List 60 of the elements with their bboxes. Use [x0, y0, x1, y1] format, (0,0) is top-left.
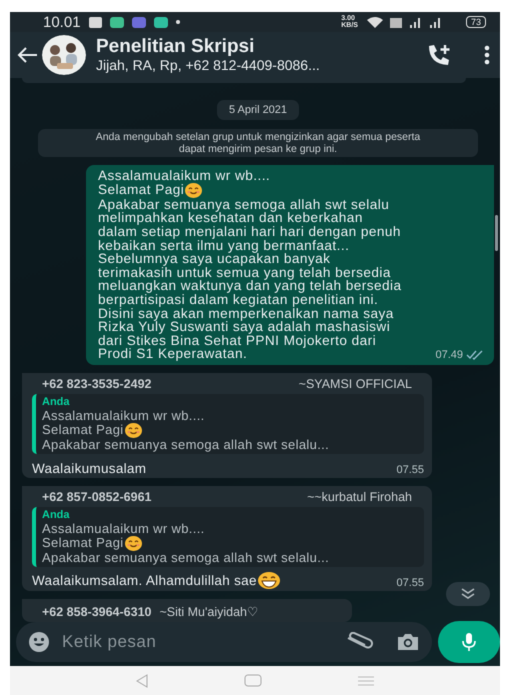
message-text: Selamat Pagi	[42, 536, 124, 550]
sender-number: +62 857-0852-6961	[42, 488, 152, 505]
message-time: 07.55	[396, 464, 424, 476]
sender-name: ~~kurbatul Firohah	[307, 488, 412, 505]
message-time: 07.49	[435, 348, 463, 361]
message-text: Assalamualaikum wr wb....	[98, 169, 270, 183]
message-text: berpartisipasi dalam kegiatan penelitian ini.	[98, 292, 378, 307]
participants-list: Jijah, RA, Rp, +62 812-4409-8086...	[96, 57, 422, 74]
more-options-icon[interactable]	[484, 45, 490, 65]
message-text: Rizka Yuly Suswanti saya adalah mashasiswi	[98, 320, 390, 334]
message-text: Waalaikumsalam. Alhamdulillah sae	[32, 572, 257, 588]
message-text: terimakasih untuk semua yang telah bersedia	[98, 266, 391, 280]
quote-author: Anda	[42, 396, 70, 409]
clock: 10.01	[43, 14, 81, 30]
message-input-field[interactable]: Ketik pesan	[60, 631, 334, 653]
message-time: 07.55	[396, 576, 424, 589]
sender-name: ~SYAMSI OFFICIAL	[298, 376, 412, 392]
chat-title: Penelitian Skripsi	[96, 36, 256, 57]
message-text: Prodi S1 Keperawatan.	[98, 347, 248, 361]
message-bar[interactable]: Ketik pesan	[16, 622, 432, 662]
back-arrow-icon[interactable]	[16, 46, 38, 64]
scroll-down-icon[interactable]	[446, 582, 490, 606]
smiling-face-icon	[124, 422, 142, 438]
sender-number: +62 823-3535-2492	[42, 376, 152, 392]
message-text: Assalamualaikum wr wb....	[42, 408, 205, 423]
smiling-face-icon	[185, 182, 202, 198]
grinning-face-icon	[258, 572, 280, 589]
microphone-button[interactable]	[438, 621, 500, 663]
message-text: Selamat Pagi	[42, 423, 124, 438]
message-text: Apakabar semuanya semoga allah swt selalu...	[42, 438, 330, 452]
group-avatar[interactable]	[42, 35, 86, 75]
quote-author: Anda	[42, 508, 70, 522]
camera-icon[interactable]	[396, 632, 420, 652]
dot-icon	[176, 20, 180, 24]
message-text: dalam setiap menjalani hari hari dengan penuh	[98, 224, 401, 239]
message-text: meluangkan waktunya dan yang telah bersedia	[98, 279, 402, 293]
message-text: dari Stikes Bina Sehat PPNI Mojokerto dari	[98, 334, 376, 348]
sender-name: ~Siti Mu'aiyidah♡	[159, 604, 259, 620]
app-notification-icon	[132, 16, 146, 28]
message-text: Assalamualaikum wr wb....	[42, 522, 205, 536]
app-notification-icon	[154, 16, 168, 28]
smiling-face-icon	[124, 536, 142, 551]
app-notification-icon	[110, 16, 124, 28]
sender-number: +62 858-3964-6310	[42, 604, 152, 620]
message-text: Apakabar semuanya semoga allah swt selalu	[98, 198, 390, 212]
message-text: kebaikan serta ilmu yang bermanfaat...	[98, 238, 350, 252]
scrollbar-thumb[interactable]	[495, 215, 498, 251]
message-text: Sebelumnya saya ucapakan banyak	[98, 252, 330, 266]
microphone-icon	[462, 632, 476, 652]
system-notice: Anda mengubah setelan grup untuk mengizinkan agar semua peserta dapat mengirim pesan ke grup ini.	[38, 129, 478, 158]
add-call-icon[interactable]	[426, 43, 452, 67]
battery-level: 73	[466, 16, 486, 28]
date-chip: 5 April 2021	[216, 100, 300, 120]
message-text: Apakabar semuanya semoga allah swt selalu...	[42, 550, 330, 565]
message-text: Selamat Pagi	[98, 183, 184, 198]
message-text: Waalaikumusalam	[32, 460, 146, 476]
message-text: melimpahkan kesehatan dan keberkahan	[98, 211, 363, 225]
message-text: Disini saya akan memperkenalkan nama saya	[98, 306, 394, 320]
bag-icon	[88, 16, 102, 28]
smiley-icon[interactable]	[28, 631, 50, 653]
